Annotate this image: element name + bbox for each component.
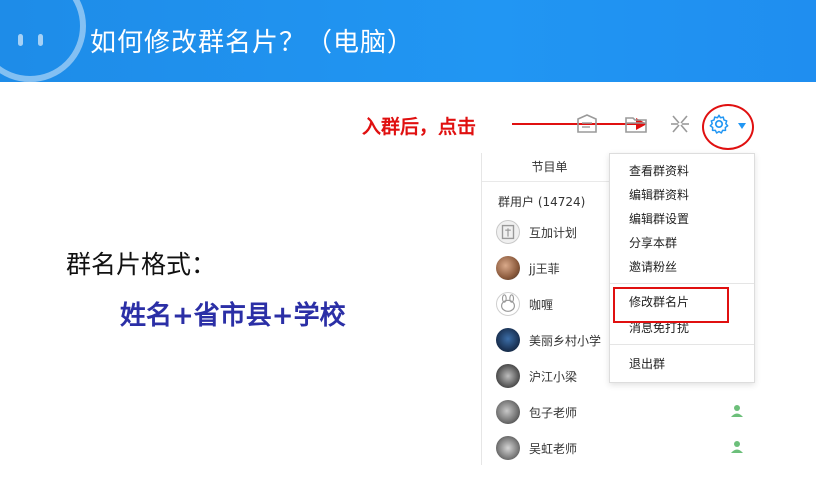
member-name: jj王菲 [529, 262, 560, 276]
member-row[interactable]: 包子老师 [496, 398, 746, 428]
menu-item-share-group[interactable]: 分享本群 [610, 232, 754, 254]
avatar [496, 220, 520, 244]
member-name: 美丽乡村小学 [529, 334, 602, 348]
avatar [496, 292, 520, 316]
members-header: 群用户 (14724) [498, 195, 586, 209]
tab-program[interactable]: 节目单 [482, 153, 617, 182]
avatar [496, 256, 520, 280]
menu-item-edit-group-settings[interactable]: 编辑群设置 [610, 208, 754, 230]
hujia-logo-icon [501, 224, 515, 240]
format-value: 姓名+省市县+学校 [120, 301, 346, 331]
member-person-icon [731, 441, 743, 453]
slide-title: 如何修改群名片？（电脑） [90, 28, 415, 58]
member-name: 吴虹老师 [529, 442, 578, 456]
menu-divider [610, 344, 754, 345]
menu-item-edit-group-info[interactable]: 编辑群资料 [610, 184, 754, 206]
avatar [496, 436, 520, 460]
menu-divider [610, 283, 754, 284]
member-name: 沪江小梁 [529, 370, 578, 384]
mascot-logo [0, 0, 86, 82]
menu-item-invite-fans[interactable]: 邀请粉丝 [610, 256, 754, 278]
announcement-icon[interactable] [574, 112, 600, 136]
edit-group-card-highlight [613, 287, 729, 323]
member-person-icon [731, 405, 743, 417]
menu-item-quit-group[interactable]: 退出群 [610, 353, 754, 375]
mascot-eye [18, 34, 23, 46]
group-settings-menu: 查看群资料 编辑群资料 编辑群设置 分享本群 邀请粉丝 修改群名片 消息免打扰 … [609, 153, 755, 383]
avatar [496, 400, 520, 424]
avatar [496, 364, 520, 388]
slide-header: 如何修改群名片？（电脑） [0, 0, 816, 82]
format-label: 群名片格式： [66, 250, 217, 279]
gear-highlight-circle [702, 104, 754, 150]
member-name: 互加计划 [529, 226, 578, 240]
member-name: 咖喱 [529, 298, 554, 312]
apps-icon[interactable] [667, 112, 693, 136]
menu-item-view-group-info[interactable]: 查看群资料 [610, 160, 754, 182]
avatar [496, 328, 520, 352]
mascot-eye [38, 34, 43, 46]
cartoon-bunny-icon [500, 294, 516, 312]
annotation-text: 入群后，点击 [362, 116, 477, 138]
member-name: 包子老师 [529, 406, 578, 420]
member-row[interactable]: 吴虹老师 [496, 434, 746, 464]
folder-icon[interactable] [623, 112, 649, 136]
